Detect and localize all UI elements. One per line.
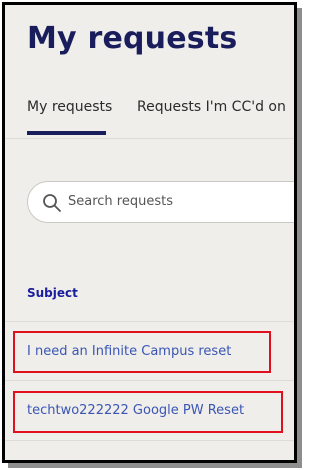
row-divider xyxy=(5,380,294,381)
tab-my-requests[interactable]: My requests xyxy=(27,99,112,115)
highlight-box xyxy=(13,331,271,373)
search-input[interactable]: Search requests xyxy=(27,181,294,223)
search-placeholder: Search requests xyxy=(68,194,173,209)
highlight-box xyxy=(13,391,283,433)
requests-panel: My requests My requests Requests I'm CC'… xyxy=(2,2,297,463)
row-divider xyxy=(5,321,294,322)
search-icon xyxy=(43,194,61,212)
row-divider xyxy=(5,440,294,441)
page-title: My requests xyxy=(27,21,238,56)
frame-shadow-right xyxy=(297,8,302,465)
frame-shadow-bottom xyxy=(8,463,302,468)
active-tab-indicator xyxy=(27,131,106,135)
tabs-divider xyxy=(5,138,294,139)
column-header-subject: Subject xyxy=(27,286,78,300)
tab-requests-cc[interactable]: Requests I'm CC'd on xyxy=(137,99,286,115)
